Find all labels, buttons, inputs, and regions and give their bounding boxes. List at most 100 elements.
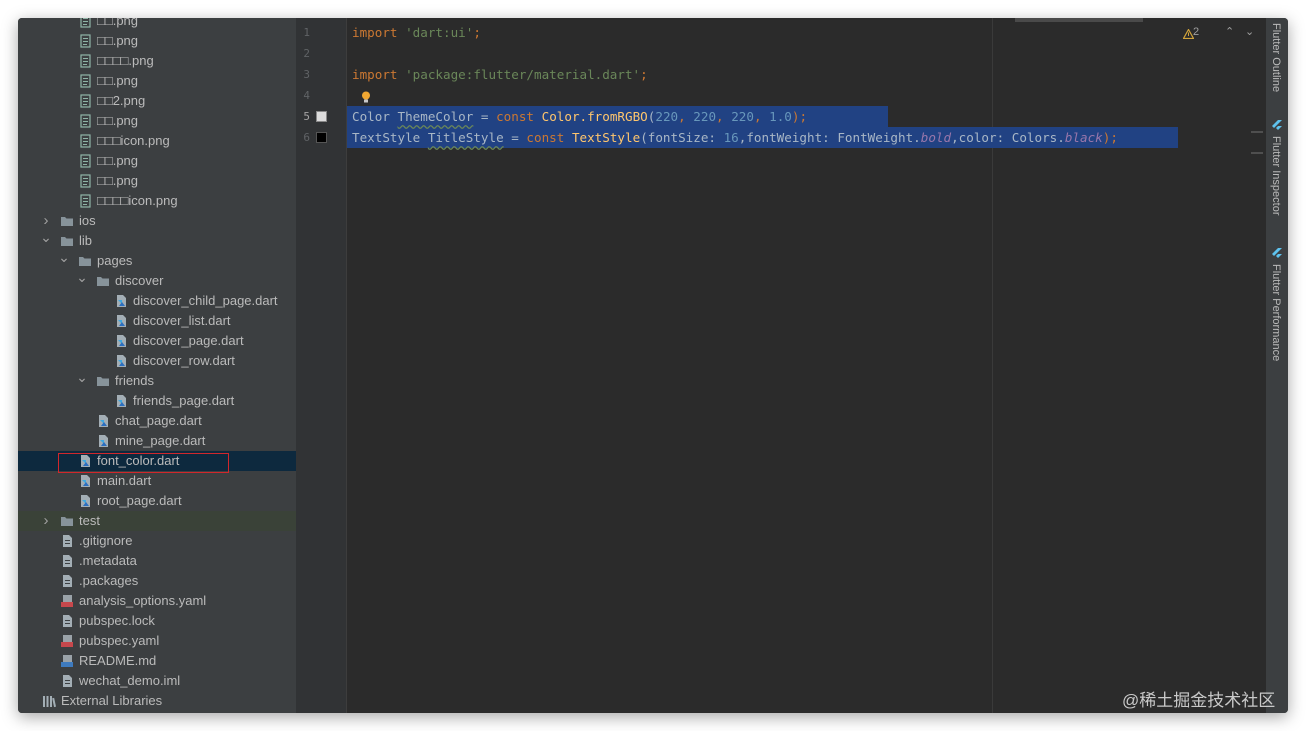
- chevron-down-icon[interactable]: ⌄: [76, 370, 88, 391]
- tree-item[interactable]: discover_row.dart: [18, 351, 296, 371]
- line-number: 4: [303, 89, 310, 102]
- folder-icon: [96, 374, 110, 388]
- token-type: TextStyle: [352, 130, 421, 145]
- token-number: 16: [723, 130, 739, 145]
- tree-item-label: wechat_demo.iml: [79, 673, 181, 688]
- tree-item-label: mine_page.dart: [115, 433, 206, 448]
- image-file-icon: [78, 134, 92, 148]
- tree-item-label: □□.png: [97, 153, 139, 168]
- token-punct: );: [1102, 130, 1118, 145]
- code-line-3: import 'package:flutter/material.dart';: [352, 64, 648, 85]
- tree-item-label: ios: [79, 213, 96, 228]
- horizontal-scroll-thumb[interactable]: [1015, 18, 1143, 22]
- color-swatch-title-style[interactable]: [316, 132, 327, 143]
- chevron-down-icon[interactable]: ⌄: [40, 230, 52, 251]
- tree-item[interactable]: External Libraries: [18, 691, 296, 711]
- tree-item[interactable]: root_page.dart: [18, 491, 296, 511]
- tree-item[interactable]: friends_page.dart: [18, 391, 296, 411]
- chevron-down-icon[interactable]: ⌄: [1245, 25, 1254, 38]
- folder-icon: [60, 234, 74, 248]
- tree-item[interactable]: pubspec.yaml: [18, 631, 296, 651]
- line-number: 6: [303, 131, 310, 144]
- tree-item[interactable]: □□.png: [18, 171, 296, 191]
- tree-item[interactable]: .packages: [18, 571, 296, 591]
- tree-item[interactable]: discover_list.dart: [18, 311, 296, 331]
- tab-flutter-outline[interactable]: Flutter Outline: [1270, 23, 1282, 92]
- token-punct: ;: [473, 25, 481, 40]
- tree-item-label: □□.png: [97, 18, 139, 28]
- tab-flutter-performance[interactable]: Flutter Performance: [1270, 264, 1282, 361]
- error-stripe-mark[interactable]: [1251, 152, 1263, 154]
- tree-item[interactable]: discover_page.dart: [18, 331, 296, 351]
- tree-item[interactable]: discover_child_page.dart: [18, 291, 296, 311]
- token-keyword: const: [526, 130, 565, 145]
- chevron-right-icon[interactable]: ›: [40, 511, 52, 531]
- tree-item[interactable]: mine_page.dart: [18, 431, 296, 451]
- tree-item[interactable]: □□.png: [18, 151, 296, 171]
- file-icon: [60, 534, 74, 548]
- token-number: 220: [655, 109, 679, 124]
- token-punct: ;: [640, 67, 648, 82]
- tree-item[interactable]: chat_page.dart: [18, 411, 296, 431]
- token-punct: );: [791, 109, 808, 124]
- tree-item[interactable]: .metadata: [18, 551, 296, 571]
- chevron-down-icon[interactable]: ⌄: [76, 270, 88, 291]
- tree-item[interactable]: wechat_demo.iml: [18, 671, 296, 691]
- tree-item-label: pubspec.yaml: [79, 633, 160, 648]
- token-keyword: const: [496, 109, 535, 124]
- tree-item[interactable]: .gitignore: [18, 531, 296, 551]
- tree-item[interactable]: □□□□.png: [18, 51, 296, 71]
- chevron-right-icon[interactable]: ›: [40, 211, 52, 231]
- dart-file-icon: [114, 394, 128, 408]
- tree-item[interactable]: pubspec.lock: [18, 611, 296, 631]
- tree-item[interactable]: □□□□icon.png: [18, 191, 296, 211]
- right-margin-guide: [992, 18, 993, 713]
- tree-item[interactable]: □□□icon.png: [18, 131, 296, 151]
- tree-item[interactable]: □□2.png: [18, 91, 296, 111]
- tree-item[interactable]: README.md: [18, 651, 296, 671]
- file-icon: [60, 614, 74, 628]
- tree-item[interactable]: analysis_options.yaml: [18, 591, 296, 611]
- tree-item-label: README.md: [79, 653, 157, 668]
- chevron-up-icon[interactable]: ⌃: [1225, 25, 1234, 38]
- tree-item[interactable]: ⌄ discover: [18, 270, 296, 291]
- yaml-file-icon: [60, 634, 74, 648]
- tree-item[interactable]: ⌄ pages: [18, 250, 296, 271]
- color-swatch-theme-color[interactable]: [316, 111, 327, 122]
- token-variable: ThemeColor: [397, 109, 474, 124]
- warning-count[interactable]: 2: [1193, 26, 1199, 38]
- tree-item[interactable]: □□.png: [18, 31, 296, 51]
- tree-item-label: analysis_options.yaml: [79, 593, 207, 608]
- tree-item[interactable]: main.dart: [18, 471, 296, 491]
- tree-item[interactable]: □□.png: [18, 111, 296, 131]
- image-file-icon: [78, 34, 92, 48]
- tab-flutter-inspector[interactable]: Flutter Inspector: [1270, 136, 1282, 215]
- tree-item[interactable]: ⌄ lib: [18, 230, 296, 251]
- tree-item-label: root_page.dart: [97, 493, 182, 508]
- tree-item[interactable]: ⌄ friends: [18, 370, 296, 391]
- chevron-down-icon[interactable]: ⌄: [58, 250, 70, 271]
- code-editor[interactable]: import 'dart:ui'; import 'package:flutte…: [347, 18, 1265, 713]
- token-constant: black: [1064, 130, 1103, 145]
- error-stripe-mark[interactable]: [1251, 131, 1263, 133]
- tree-item-label: chat_page.dart: [115, 413, 202, 428]
- dart-file-icon: [96, 414, 110, 428]
- tree-item-label: □□.png: [97, 33, 139, 48]
- code-line-6: TextStyle TitleStyle = const TextStyle(f…: [352, 127, 1118, 148]
- code-line-5: Color ThemeColor = const Color.fromRGBO(…: [352, 106, 807, 127]
- image-file-icon: [78, 54, 92, 68]
- lightbulb-icon[interactable]: [361, 91, 371, 103]
- line-number: 5: [303, 110, 310, 123]
- tree-item[interactable]: □□.png: [18, 18, 296, 31]
- tree-item[interactable]: › ios: [18, 211, 296, 231]
- token-args: ,color: Colors.: [951, 130, 1065, 145]
- folder-icon: [60, 214, 74, 228]
- tree-item-label: pubspec.lock: [79, 613, 155, 628]
- project-tree[interactable]: □□.png □□.png □□□□.png □□.png □□2.png □□.png □…: [18, 18, 296, 713]
- tree-item[interactable]: › test: [18, 511, 296, 531]
- token-string: 'package:flutter/material.dart': [405, 67, 641, 82]
- dart-file-icon: [114, 334, 128, 348]
- image-file-icon: [78, 154, 92, 168]
- folder-icon: [60, 514, 74, 528]
- tree-item[interactable]: □□.png: [18, 71, 296, 91]
